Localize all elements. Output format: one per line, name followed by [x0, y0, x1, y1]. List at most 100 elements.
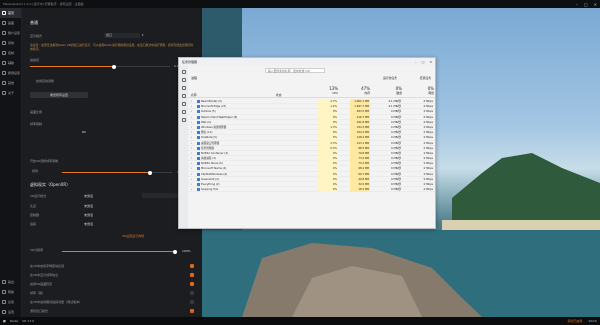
clock: 2023/ — [588, 319, 597, 323]
maximize-icon[interactable]: □ — [584, 2, 588, 7]
process-icon — [197, 120, 200, 124]
sidebar-item-label: 关于 — [8, 91, 15, 95]
controller-icon — [2, 51, 6, 55]
vr-scale-slider[interactable] — [62, 249, 177, 254]
option-toggle[interactable] — [190, 291, 194, 295]
process-metric: 0% — [318, 187, 338, 193]
island-shape — [452, 153, 600, 223]
sidebar-item-6[interactable]: 按键设置 — [0, 68, 21, 78]
taskbar-app-icon[interactable]: ■ — [3, 319, 6, 323]
performance-icon[interactable] — [181, 86, 186, 90]
option-toggle[interactable] — [190, 273, 194, 277]
run-new-task-button[interactable]: 运行新任务 — [383, 76, 397, 80]
sidebar-bottom-item-0[interactable]: 输出 — [0, 277, 22, 287]
account-icon — [2, 31, 6, 35]
sidebar-item-7[interactable]: 其他 — [0, 78, 21, 88]
sidebar-item-label: 反馈 — [8, 300, 15, 304]
display-icon — [2, 21, 6, 25]
process-icon — [197, 125, 200, 129]
option-toggle[interactable] — [190, 300, 194, 304]
tm-maximize-icon[interactable]: □ — [422, 60, 425, 64]
sidebar-item-label: 设置 — [8, 310, 15, 314]
process-search-input[interactable]: 输入要搜索的名称、发布者或 PID — [265, 68, 325, 73]
assist-icon — [2, 61, 6, 65]
task-manager-titlebar: 任务管理器 – □ ✕ — [179, 58, 435, 66]
details-icon[interactable] — [181, 118, 186, 122]
tm-minimize-icon[interactable]: – — [415, 60, 417, 64]
sidebar-item-5[interactable]: 辅助 — [0, 58, 21, 68]
app-titlebar: MaxAssistant 1.2.0 [运行中] 智能助手 - 游戏设置 - 主… — [0, 0, 600, 8]
option-toggle[interactable] — [190, 309, 194, 313]
processes-icon[interactable] — [181, 78, 186, 82]
process-icon — [197, 188, 200, 192]
process-icon — [197, 115, 200, 119]
col-name[interactable]: 名称 — [191, 93, 197, 97]
option-label: 帧率（锁） — [30, 291, 46, 295]
option-toggle[interactable] — [190, 282, 194, 286]
sidebar-item-8[interactable]: 关于 — [0, 88, 21, 98]
task-manager-window[interactable]: 任务管理器 – □ ✕ 输入要搜索的名称、发布者或 PID 进程 运行新任务 结… — [178, 57, 436, 229]
history-icon[interactable] — [181, 94, 186, 98]
sidebar-item-1[interactable]: 画面 — [0, 18, 21, 28]
zoom-label: 缩放值 — [30, 58, 40, 62]
keyboard-icon — [2, 71, 6, 75]
sidebar-item-0[interactable]: 首页 — [0, 8, 21, 18]
taskbar-app-label[interactable]: Radio — [10, 319, 18, 323]
feedback-icon — [2, 300, 6, 304]
column-name: 网络 — [428, 91, 434, 95]
aspect-ratio-label: 画面比例 — [30, 110, 43, 114]
sidebar-item-label: 账户设置 — [8, 31, 21, 35]
process-row[interactable]: › Snipping Tool 0% 18.2 MB 0 MB/秒 0 Mbps — [188, 187, 435, 193]
sidebar-item-2[interactable]: 账户设置 — [0, 28, 21, 38]
taskbar-app-tag: VR 17.0 — [22, 319, 35, 323]
col-status[interactable]: 状态 — [276, 93, 282, 97]
users-icon[interactable] — [181, 110, 186, 114]
fov-slider-knob[interactable] — [148, 170, 152, 175]
fov-label: 视场 — [32, 169, 39, 173]
menu-icon[interactable] — [181, 70, 186, 74]
help-icon — [2, 290, 6, 294]
option-label: 启用VR画面稳定 — [30, 282, 53, 286]
tm-close-icon[interactable]: ✕ — [429, 60, 432, 64]
reset-settings-button[interactable]: 重置所有设置 — [30, 92, 88, 98]
sidebar-item-label: 其他 — [8, 81, 15, 85]
option-toggle[interactable] — [190, 264, 194, 268]
process-icon — [197, 110, 200, 114]
vr-scale-slider-knob[interactable] — [173, 249, 177, 254]
process-icon — [197, 167, 200, 171]
process-icon — [197, 157, 200, 161]
sidebar-item-4[interactable]: 控制 — [0, 48, 21, 58]
zoom-slider[interactable] — [30, 64, 170, 69]
task-manager-nav — [179, 66, 188, 228]
expand-chevron-icon[interactable]: › — [191, 187, 192, 192]
zoom-slider-knob[interactable] — [112, 64, 116, 69]
close-icon[interactable]: ✕ — [594, 2, 597, 7]
fov-slider[interactable] — [62, 170, 172, 175]
panel-title: 普通 — [30, 20, 38, 25]
minimize-icon[interactable]: – — [576, 2, 578, 7]
vr-row-label: 头显 — [30, 204, 37, 208]
settings-icon — [2, 310, 6, 314]
process-metric: 18.2 MB — [350, 187, 370, 193]
column-header[interactable]: 0% 磁盘 — [382, 86, 402, 95]
end-task-button[interactable]: 结束任务 — [420, 76, 431, 80]
option-label: 游戏窗口模式 — [30, 309, 49, 313]
startup-icon[interactable] — [181, 102, 186, 106]
vr-row-value: 未激活 — [84, 222, 94, 226]
openxr-section-title: 虚拟现实（OpenXR） — [30, 182, 71, 187]
sidebar-item-3[interactable]: 音效 — [0, 38, 21, 48]
column-header[interactable]: 0% 网络 — [414, 86, 434, 95]
display-mode-select[interactable]: 窗口 — [104, 33, 140, 38]
column-header[interactable]: 47% 内存 — [350, 86, 370, 95]
vr-mode-select[interactable] — [142, 193, 182, 198]
column-header[interactable]: 13% CPU — [318, 86, 338, 95]
sidebar-item-label: 辅助 — [8, 61, 15, 65]
sidebar-bottom-item-1[interactable]: 帮助 — [0, 287, 22, 297]
sidebar-bottom-item-3[interactable]: 设置 — [0, 307, 22, 317]
vr-scale-slider-fill — [62, 251, 175, 252]
sidebar-bottom-item-2[interactable]: 反馈 — [0, 297, 22, 307]
vr-setup-link[interactable]: VR设置显示向导 — [122, 234, 144, 238]
column-name: CPU — [332, 91, 338, 95]
vr-row-label: 控制器 — [30, 213, 40, 217]
process-icon — [197, 146, 200, 150]
